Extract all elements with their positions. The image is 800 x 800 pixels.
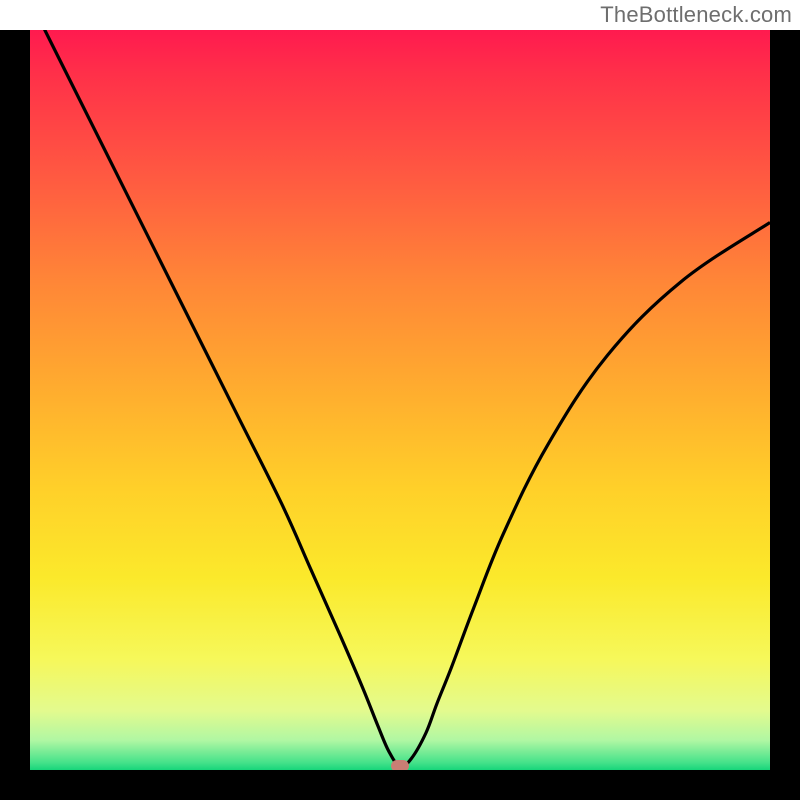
- plot-area: [30, 30, 770, 770]
- bottleneck-curve: [30, 30, 770, 770]
- plot-frame: [0, 30, 800, 800]
- watermark-label: TheBottleneck.com: [600, 2, 792, 28]
- optimal-point-marker: [391, 760, 409, 770]
- chart-container: TheBottleneck.com: [0, 0, 800, 800]
